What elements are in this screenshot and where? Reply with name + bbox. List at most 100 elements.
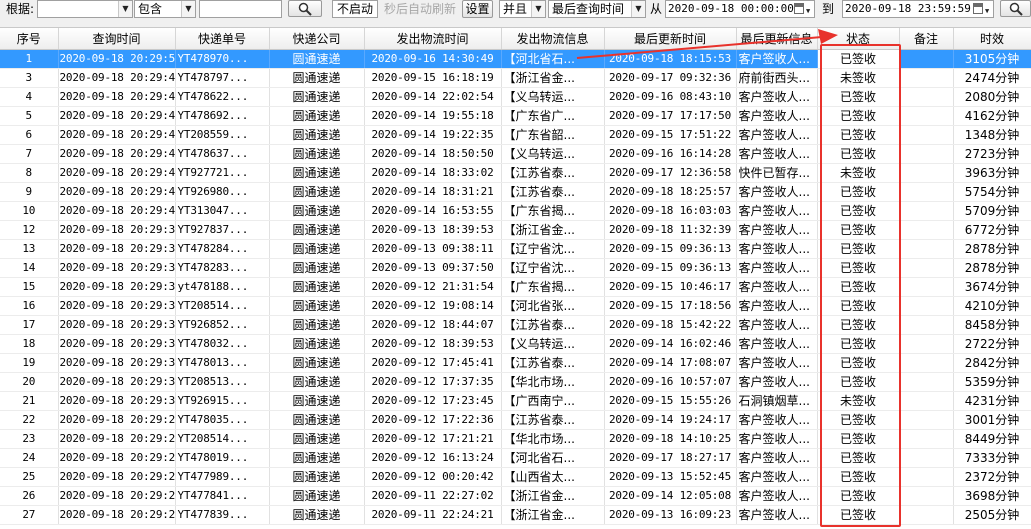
time-field-select[interactable]: 最后查询时间 ▼ [548, 0, 646, 18]
table-row[interactable]: 10 2020-09-18 20:29:40 YT313047... 圆通速递 2020… [0, 201, 1031, 221]
cell-last-update-time: 2020-09-17 18:27:17 [604, 448, 737, 468]
query-button[interactable] [1000, 0, 1031, 17]
cell-ship-time: 2020-09-14 16:53:55 [364, 201, 502, 221]
cell-last-update-time: 2020-09-18 16:03:03 [604, 201, 737, 221]
cell-remark [899, 201, 954, 221]
cell-last-update-time: 2020-09-17 09:32:36 [604, 68, 737, 88]
table-row[interactable]: 12 2020-09-18 20:29:38 YT927837... 圆通速递 2020… [0, 220, 1031, 240]
table-row[interactable]: 19 2020-09-18 20:29:32 YT478013... 圆通速递 2020… [0, 353, 1031, 373]
cell-query-time: 2020-09-18 20:29:42 [58, 163, 176, 183]
match-mode-select[interactable]: 包含 ▼ [134, 0, 196, 18]
col-header-ship-info[interactable]: 发出物流信息 [501, 28, 605, 50]
cell-last-update-info: 客户签收人... [736, 353, 818, 373]
cell-last-update-time: 2020-09-18 14:10:25 [604, 429, 737, 449]
table-row[interactable]: 15 2020-09-18 20:29:36 yt478188... 圆通速递 2020… [0, 277, 1031, 297]
table-row[interactable]: 17 2020-09-18 20:29:34 YT926852... 圆通速递 2020… [0, 315, 1031, 335]
col-header-query-time[interactable]: 查询时间 [58, 28, 176, 50]
table-row[interactable]: 23 2020-09-18 20:29:28 YT208514... 圆通速递 2020… [0, 429, 1031, 449]
table-row[interactable]: 21 2020-09-18 20:29:30 YT926915... 圆通速递 2020… [0, 391, 1031, 411]
cell-remark [899, 258, 954, 278]
cell-status: 已签收 [817, 353, 900, 373]
cell-last-update-info: 客户签收人... [736, 467, 818, 487]
cell-remark [899, 372, 954, 392]
cell-status: 已签收 [817, 277, 900, 297]
col-header-seq[interactable]: 序号 [0, 28, 59, 50]
table-row[interactable]: 20 2020-09-18 20:29:31 YT208513... 圆通速递 2020… [0, 372, 1031, 392]
cell-ship-time: 2020-09-12 16:13:24 [364, 448, 502, 468]
cell-courier: 圆通速递 [269, 125, 365, 145]
cell-last-update-time: 2020-09-18 18:15:53 [604, 49, 737, 69]
cell-last-update-info: 客户签收人... [736, 125, 818, 145]
cell-query-time: 2020-09-18 20:29:46 [58, 106, 176, 126]
cell-tracking-no: YT478797... [175, 68, 270, 88]
table-row[interactable]: 13 2020-09-18 20:29:38 YT478284... 圆通速递 2020… [0, 239, 1031, 259]
cell-ship-time: 2020-09-16 14:30:49 [364, 49, 502, 69]
table-row[interactable]: 18 2020-09-18 20:29:33 YT478032... 圆通速递 2020… [0, 334, 1031, 354]
auto-refresh-field[interactable]: 不启动 [332, 0, 378, 18]
table-row[interactable]: 24 2020-09-18 20:29:27 YT478019... 圆通速递 2020… [0, 448, 1031, 468]
col-header-ship-time[interactable]: 发出物流时间 [364, 28, 502, 50]
table-row[interactable]: 16 2020-09-18 20:29:35 YT208514... 圆通速递 2020… [0, 296, 1031, 316]
cell-duration: 6772分钟 [953, 220, 1031, 240]
col-header-last-update-info[interactable]: 最后更新信息 [736, 28, 818, 50]
cell-last-update-time: 2020-09-17 17:17:50 [604, 106, 737, 126]
col-header-status[interactable]: 状态 [817, 28, 900, 50]
cell-query-time: 2020-09-18 20:29:28 [58, 429, 176, 449]
table-row[interactable]: 9 2020-09-18 20:29:41 YT926980... 圆通速递 2020-… [0, 182, 1031, 202]
col-header-last-update-time[interactable]: 最后更新时间 [604, 28, 737, 50]
col-header-courier[interactable]: 快递公司 [269, 28, 365, 50]
cell-tracking-no: YT477839... [175, 505, 270, 525]
settings-button[interactable]: 设置 [462, 0, 493, 18]
cell-status: 已签收 [817, 448, 900, 468]
table-row[interactable]: 25 2020-09-18 20:29:26 YT477989... 圆通速递 2020… [0, 467, 1031, 487]
cell-ship-info: 【浙江省金... [501, 505, 605, 525]
cell-ship-info: 【广东省揭... [501, 277, 605, 297]
cell-last-update-info: 石洞镇烟草... [736, 391, 818, 411]
cell-ship-info: 【江苏省泰... [501, 315, 605, 335]
table-row[interactable]: 8 2020-09-18 20:29:42 YT927721... 圆通速递 2020-… [0, 163, 1031, 183]
search-button[interactable] [288, 0, 322, 17]
cell-ship-time: 2020-09-12 17:45:41 [364, 353, 502, 373]
cell-status: 已签收 [817, 258, 900, 278]
cell-duration: 3674分钟 [953, 277, 1031, 297]
to-datetime-picker[interactable]: 2020-09-18 23:59:59 ▼ [842, 0, 994, 18]
table-row[interactable]: 26 2020-09-18 20:29:25 YT477841... 圆通速递 2020… [0, 486, 1031, 506]
table-row[interactable]: 6 2020-09-18 20:29:45 YT208559... 圆通速递 2020-… [0, 125, 1031, 145]
time-field-value: 最后查询时间 [552, 2, 625, 16]
cell-ship-time: 2020-09-14 18:50:50 [364, 144, 502, 164]
col-header-tracking-no[interactable]: 快递单号 [175, 28, 270, 50]
table-row[interactable]: 27 2020-09-18 20:29:24 YT477839... 圆通速递 2020… [0, 505, 1031, 525]
table-row[interactable]: 14 2020-09-18 20:29:37 YT478283... 圆通速递 2020… [0, 258, 1031, 278]
dropdown-arrow-icon: ▼ [806, 7, 811, 15]
cell-ship-info: 【广东省韶... [501, 125, 605, 145]
logic-select[interactable]: 并且 ▼ [499, 0, 546, 18]
table-row[interactable]: 7 2020-09-18 20:29:44 YT478637... 圆通速递 2020-… [0, 144, 1031, 164]
calendar-icon [794, 3, 804, 14]
cell-courier: 圆通速递 [269, 391, 365, 411]
search-input[interactable] [199, 0, 282, 18]
table-row[interactable]: 1 2020-09-18 20:29:50 YT478970... 圆通速递 2020-… [0, 49, 1031, 69]
tracking-results-grid[interactable]: 序号 查询时间 快递单号 快递公司 发出物流时间 发出物流信息 最后更新时间 最… [0, 27, 1031, 529]
table-row[interactable]: 3 2020-09-18 20:29:48 YT478797... 圆通速递 2020-… [0, 68, 1031, 88]
cell-last-update-info: 客户签收人... [736, 277, 818, 297]
cell-tracking-no: YT477841... [175, 486, 270, 506]
cell-courier: 圆通速递 [269, 448, 365, 468]
col-header-duration[interactable]: 时效 [953, 28, 1031, 50]
cell-query-time: 2020-09-18 20:29:40 [58, 201, 176, 221]
col-header-remark[interactable]: 备注 [899, 28, 954, 50]
cell-ship-info: 【华北市场... [501, 372, 605, 392]
table-row[interactable]: 22 2020-09-18 20:29:29 YT478035... 圆通速递 2020… [0, 410, 1031, 430]
cell-duration: 3963分钟 [953, 163, 1031, 183]
basis-field-select[interactable]: ▼ [37, 0, 133, 18]
cell-tracking-no: YT313047... [175, 201, 270, 221]
cell-ship-info: 【江苏省泰... [501, 410, 605, 430]
cell-query-time: 2020-09-18 20:29:45 [58, 125, 176, 145]
cell-last-update-info: 客户签收人... [736, 334, 818, 354]
cell-ship-time: 2020-09-12 17:21:21 [364, 429, 502, 449]
table-row[interactable]: 5 2020-09-18 20:29:46 YT478692... 圆通速递 2020-… [0, 106, 1031, 126]
cell-ship-info: 【浙江省金... [501, 220, 605, 240]
cell-duration: 2878分钟 [953, 239, 1031, 259]
basis-label: 根据: [6, 2, 35, 16]
table-row[interactable]: 4 2020-09-18 20:29:47 YT478622... 圆通速递 2020-… [0, 87, 1031, 107]
from-datetime-picker[interactable]: 2020-09-18 00:00:00 ▼ [665, 0, 815, 18]
